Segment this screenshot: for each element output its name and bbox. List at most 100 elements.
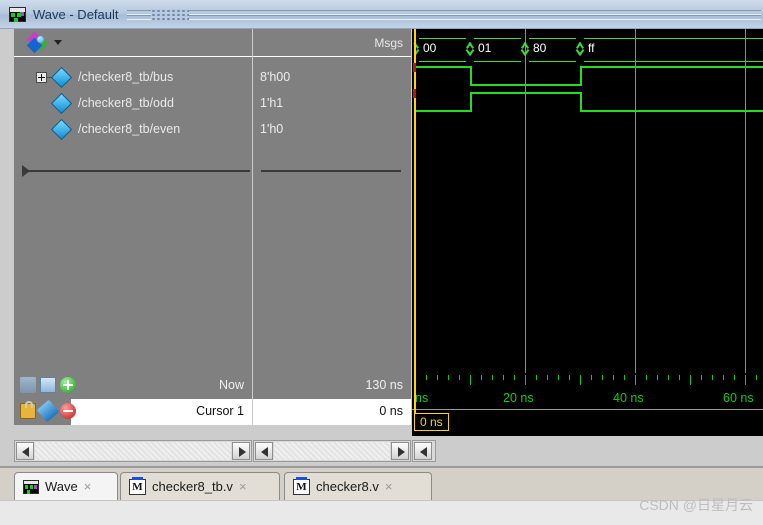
values-header: Msgs	[253, 29, 411, 57]
cursor-label-cell[interactable]: Cursor 1	[14, 399, 252, 425]
signal-list: /checker8_tb/bus /checker8_tb/odd /check…	[14, 57, 252, 142]
tab-wave[interactable]: Wave ×	[14, 472, 118, 500]
transition-marker	[413, 63, 416, 72]
wave-icon	[9, 6, 26, 22]
expand-plus-icon[interactable]	[36, 71, 47, 83]
scroll-left-button[interactable]	[16, 442, 34, 460]
axis-minor-tick	[723, 375, 724, 380]
signal-value: 1'h1	[260, 96, 284, 110]
title-grip-handle[interactable]	[150, 9, 189, 20]
cursor-line[interactable]	[414, 29, 416, 373]
signal-value: 8'h00	[260, 70, 291, 84]
signal-name: /checker8_tb/even	[78, 122, 181, 136]
scroll-track[interactable]	[274, 442, 390, 460]
axis-minor-tick	[492, 375, 493, 380]
axis-minor-tick	[679, 375, 680, 380]
messages-column-header: Msgs	[374, 35, 403, 50]
bus-value-segment: 80	[525, 38, 580, 62]
value-row: 1'h0	[253, 116, 411, 142]
scroll-right-button[interactable]	[232, 442, 250, 460]
signal-diamond-icon	[50, 92, 73, 114]
tab-label: checker8_tb.v	[152, 479, 233, 494]
values-scrollbar[interactable]	[253, 440, 411, 462]
scroll-track[interactable]	[35, 442, 231, 460]
bus-value-segment: 01	[470, 38, 525, 62]
window-icon[interactable]	[40, 377, 56, 393]
waveform-pane[interactable]: 00 01 80 ff	[412, 29, 763, 373]
odd-signal-level	[415, 66, 470, 68]
scroll-right-button[interactable]	[391, 442, 409, 460]
signal-name: /checker8_tb/odd	[78, 96, 174, 110]
axis-major-tick	[580, 375, 581, 385]
axis-minor-tick	[481, 375, 482, 380]
axis-minor-tick	[547, 375, 548, 380]
even-signal-edge	[470, 92, 472, 112]
watermark: CSDN @日星月云	[639, 497, 753, 513]
axis-minor-tick	[459, 375, 460, 380]
names-scrollbar[interactable]	[14, 440, 252, 462]
axis-minor-tick	[734, 375, 735, 380]
time-axis[interactable]: ns 20 ns 40 ns 60 ns	[412, 373, 763, 413]
odd-signal-level	[470, 84, 580, 86]
axis-minor-tick	[448, 375, 449, 380]
bus-value-label: 00	[423, 41, 437, 55]
signal-value: 1'h0	[260, 122, 284, 136]
filter-diamond-icon[interactable]	[26, 31, 49, 53]
bus-value-label: 80	[533, 41, 547, 55]
cursor-value: 0 ns	[379, 404, 403, 418]
axis-major-tick	[745, 375, 746, 385]
grid-line	[745, 29, 746, 373]
waveform-canvas[interactable]: 00 01 80 ff	[412, 29, 763, 373]
title-drag-rails[interactable]	[126, 9, 762, 20]
wave-toolbar-row1	[20, 377, 76, 393]
cursor-bar[interactable]: 0 ns	[412, 409, 763, 436]
axis-minor-tick	[536, 375, 537, 380]
odd-signal-edge	[580, 66, 582, 86]
add-green-icon[interactable]	[60, 377, 76, 393]
now-label-cell: Now	[14, 373, 252, 399]
grid-line	[525, 29, 526, 373]
signal-diamond-icon	[50, 118, 73, 140]
bus-value-label: 01	[478, 41, 492, 55]
wrench-icon[interactable]	[36, 399, 60, 423]
cursor-time-badge[interactable]: 0 ns	[414, 413, 449, 431]
verilog-icon: M	[129, 476, 146, 495]
now-label: Now	[218, 378, 244, 392]
signal-row-odd[interactable]: /checker8_tb/odd	[14, 90, 252, 116]
tab-checker8-tb[interactable]: M checker8_tb.v ×	[120, 472, 280, 500]
even-signal-level	[580, 110, 763, 112]
signal-row-bus[interactable]: /checker8_tb/bus	[14, 64, 252, 90]
lock-icon[interactable]	[20, 401, 36, 419]
axis-tick-label: ns	[415, 391, 429, 405]
tab-close-icon[interactable]: ×	[84, 479, 92, 494]
axis-minor-tick	[591, 375, 592, 380]
waveform-scrollbar[interactable]	[412, 440, 436, 462]
axis-minor-tick	[646, 375, 647, 380]
wave-fit-icon[interactable]	[20, 377, 36, 393]
names-header	[14, 29, 252, 57]
axis-minor-tick	[437, 375, 438, 380]
axis-minor-tick	[558, 375, 559, 380]
scroll-left-button[interactable]	[255, 442, 273, 460]
remove-red-icon[interactable]	[60, 403, 76, 419]
bus-value-segment: 00	[415, 38, 470, 62]
tab-close-icon[interactable]: ×	[385, 479, 393, 494]
axis-major-tick	[635, 375, 636, 385]
axis-minor-tick	[602, 375, 603, 380]
axis-minor-tick	[613, 375, 614, 380]
signal-diamond-icon	[50, 66, 73, 88]
transition-marker	[413, 89, 416, 98]
odd-signal-level	[580, 66, 763, 68]
cursor-label: Cursor 1	[196, 404, 244, 418]
signal-row-even[interactable]: /checker8_tb/even	[14, 116, 252, 142]
scroll-left-button[interactable]	[414, 442, 432, 460]
even-signal-level	[415, 110, 470, 112]
axis-minor-tick	[756, 375, 757, 380]
modelsim-wave-window: Wave - Default /checker8_tb/bus /checker…	[0, 0, 763, 525]
tab-close-icon[interactable]: ×	[239, 479, 247, 494]
verilog-icon: M	[293, 476, 310, 495]
axis-minor-tick	[503, 375, 504, 380]
cursor-value-cell[interactable]: 0 ns	[253, 399, 411, 425]
tab-checker8[interactable]: M checker8.v ×	[284, 472, 432, 500]
chevron-down-icon[interactable]	[54, 40, 62, 45]
